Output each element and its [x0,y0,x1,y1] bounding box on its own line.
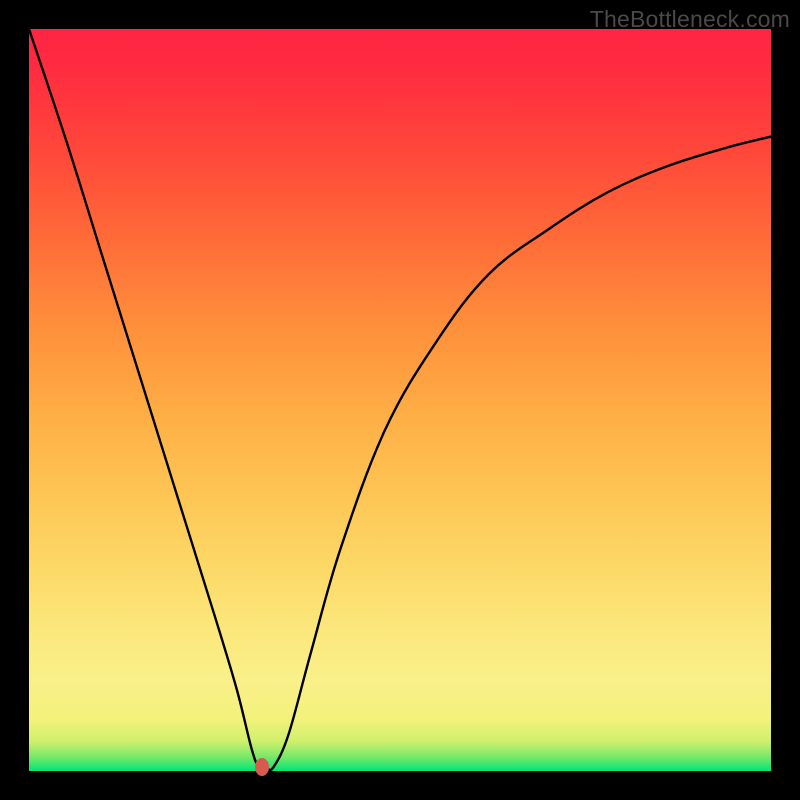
watermark: TheBottleneck.com [590,6,790,33]
curve-path [29,29,771,770]
bottleneck-curve [29,29,771,771]
chart-frame: TheBottleneck.com [0,0,800,800]
min-marker [255,758,269,776]
